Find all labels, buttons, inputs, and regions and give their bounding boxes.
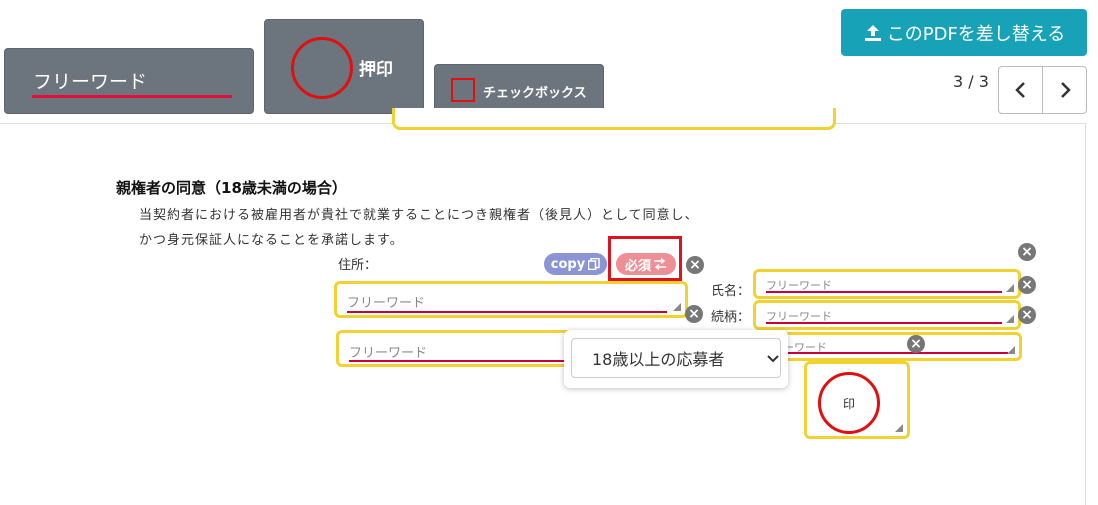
stamp-field[interactable]: 印 <box>804 361 910 439</box>
chevron-down-icon <box>767 355 779 363</box>
relation-label: 続柄： <box>711 310 751 325</box>
address-field-2-placeholder: フリーワード <box>349 346 428 361</box>
freeword-tool-label: フリーワード <box>33 71 148 93</box>
extra-field-underline <box>783 352 1008 354</box>
close-icon[interactable]: × <box>686 256 704 274</box>
address-label: 住所： <box>338 258 378 273</box>
resize-handle-icon[interactable] <box>1007 346 1015 354</box>
applicant-type-select[interactable]: 18歳以上の応募者 <box>571 338 781 378</box>
extra-text-field[interactable]: ーワード <box>770 332 1022 361</box>
stamp-text: 印 <box>842 396 855 411</box>
copy-button[interactable]: copy <box>544 253 607 275</box>
name-label: 氏名： <box>711 284 751 299</box>
next-page-button[interactable] <box>1042 67 1086 113</box>
chevron-left-icon <box>1014 82 1025 98</box>
consent-paragraph-line2: かつ身元保証人になることを承諾します。 <box>139 233 404 248</box>
resize-handle-icon[interactable] <box>1006 284 1014 292</box>
address-field-1[interactable]: フリーワード <box>334 281 688 318</box>
name-field-underline <box>766 291 1002 293</box>
copy-icon <box>588 258 600 270</box>
section-title: 親権者の同意（18歳未満の場合） <box>116 179 347 197</box>
required-toggle-button[interactable]: 必須 <box>616 253 676 275</box>
replace-pdf-button[interactable]: このPDFを差し替える <box>841 9 1087 56</box>
relation-field-underline <box>766 322 1002 324</box>
field-settings-popover: 18歳以上の応募者 <box>564 330 788 388</box>
freeword-underline-icon <box>32 95 232 98</box>
checkbox-tool-label: チェックボックス <box>483 86 587 101</box>
stamp-circle-icon: 印 <box>818 372 880 434</box>
pdf-right-edge <box>1085 123 1086 505</box>
address-field-2[interactable]: フリーワード <box>336 330 576 367</box>
resize-handle-icon[interactable] <box>1006 315 1014 323</box>
resize-handle-icon[interactable] <box>673 303 681 311</box>
freeword-tool-button[interactable]: フリーワード <box>4 48 254 114</box>
chevron-right-icon <box>1060 82 1071 98</box>
close-icon[interactable]: × <box>685 305 703 323</box>
close-icon[interactable]: × <box>1018 243 1036 261</box>
replace-pdf-label: このPDFを差し替える <box>886 23 1066 45</box>
stamp-circle-icon <box>291 37 353 99</box>
address-field-1-underline <box>347 311 667 313</box>
close-icon[interactable]: × <box>907 335 925 353</box>
consent-paragraph-line1: 当契約者における被雇用者が貴社で就業することにつき親権者（後見人）として同意し、 <box>139 208 699 223</box>
relation-field[interactable]: フリーワード <box>753 300 1021 330</box>
address-field-2-underline <box>349 360 571 362</box>
required-toggle-highlight: 必須 <box>608 236 682 281</box>
stamp-tool-button[interactable]: 押印 <box>264 19 424 114</box>
pager <box>998 66 1087 114</box>
resize-handle-icon[interactable] <box>895 424 903 432</box>
page-indicator: 3 / 3 <box>953 72 989 91</box>
upload-icon <box>864 24 881 41</box>
swap-arrows-icon <box>654 258 666 270</box>
previous-field-box[interactable] <box>392 108 836 130</box>
close-icon[interactable]: × <box>1018 306 1036 324</box>
name-field[interactable]: フリーワード <box>753 269 1021 299</box>
close-icon[interactable]: × <box>1018 276 1036 294</box>
applicant-type-selected-value: 18歳以上の応募者 <box>592 350 725 369</box>
prev-page-button[interactable] <box>999 67 1042 113</box>
stamp-tool-label: 押印 <box>359 60 393 80</box>
checkbox-square-icon <box>451 78 475 102</box>
copy-label: copy <box>550 256 586 272</box>
checkbox-tool-button[interactable]: チェックボックス <box>434 64 604 114</box>
required-label: 必須 <box>624 258 651 274</box>
address-field-1-placeholder: フリーワード <box>347 296 426 311</box>
